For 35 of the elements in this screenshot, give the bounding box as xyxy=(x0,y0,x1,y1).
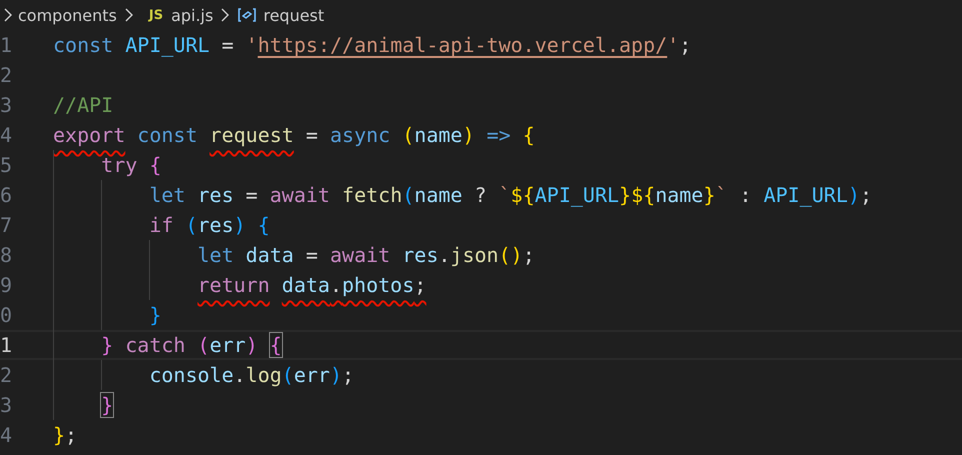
line-number: 5 xyxy=(0,153,14,177)
line-number: 2 xyxy=(0,63,14,87)
code-line: let data = await res.json(); xyxy=(196,243,535,267)
line-number: 3 xyxy=(0,93,14,117)
code-line: try { xyxy=(100,153,162,177)
chevron-icon xyxy=(221,8,230,22)
breadcrumb-item[interactable]: request xyxy=(263,6,324,24)
line-number: 2 xyxy=(0,363,14,387)
code-line: } xyxy=(100,393,114,417)
line-number: 8 xyxy=(0,243,14,267)
js-file-icon: JS xyxy=(148,8,164,22)
line-number: 3 xyxy=(0,393,14,417)
line-number: 4 xyxy=(0,423,14,447)
breadcrumb-item[interactable]: components xyxy=(18,6,117,24)
chevron-icon xyxy=(4,8,12,22)
code-line: return data.photos; xyxy=(196,273,426,297)
code-line: let res = await fetch(name ? `${API_URL}${name}` : API_URL); xyxy=(148,183,872,207)
line-number: 4 xyxy=(0,123,14,147)
line-number: 6 xyxy=(0,183,14,207)
code-line: export const request = async (name) => { xyxy=(53,123,535,147)
variable-symbol-icon xyxy=(237,7,258,23)
chevron-icon xyxy=(124,8,133,22)
line-number: 0 xyxy=(0,303,14,327)
code-line: const API_URL = 'https://animal-api-two.vercel.app/'; xyxy=(53,33,692,57)
line-number: 1 xyxy=(0,33,14,57)
code-line: //API xyxy=(53,93,114,117)
code-line: } catch (err) { xyxy=(100,333,282,357)
code-line: console.log(err); xyxy=(148,363,354,387)
line-number: 1 xyxy=(0,333,14,357)
code-line: }; xyxy=(53,423,78,447)
line-number: 7 xyxy=(0,213,14,237)
line-number: 9 xyxy=(0,273,14,297)
code-line: } xyxy=(148,303,162,327)
breadcrumb-item[interactable]: api.js xyxy=(171,6,214,24)
code-line: if (res) { xyxy=(148,213,270,237)
